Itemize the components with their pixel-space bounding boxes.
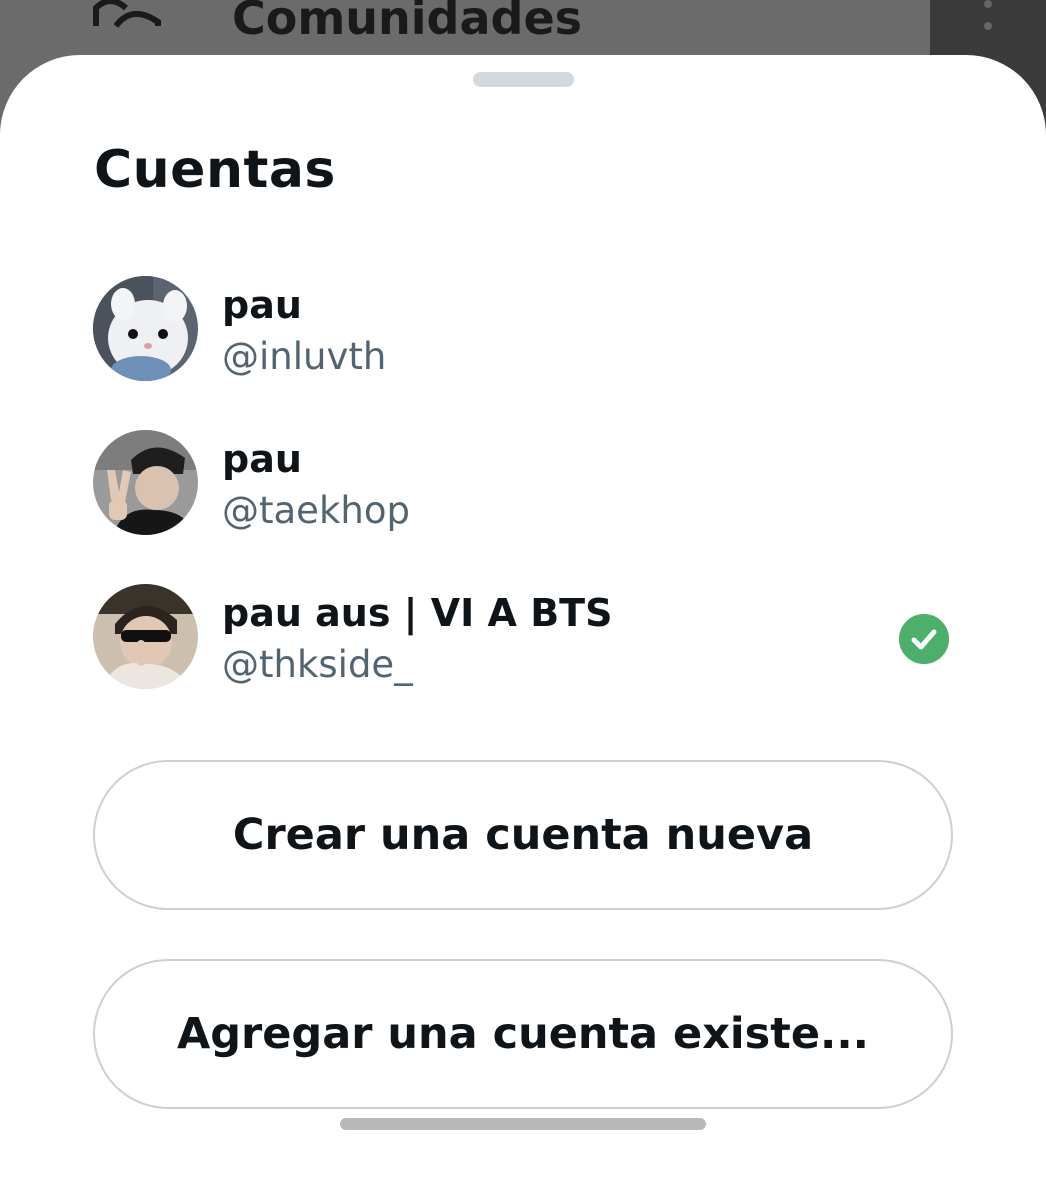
account-row-selected[interactable]: pau aus | VI A BTS @thkside_	[93, 584, 953, 690]
person-peace-sign-avatar	[93, 430, 198, 535]
accounts-bottom-sheet: Cuentas pau @inluvth pau @taekhop pau au…	[0, 55, 1046, 1200]
account-row[interactable]: pau @inluvth	[93, 276, 953, 382]
communities-icon	[93, 0, 161, 28]
white-plush-avatar	[93, 276, 198, 381]
account-row[interactable]: pau @taekhop	[93, 430, 953, 536]
account-handle: @taekhop	[222, 489, 410, 532]
communities-menu-item: Comunidades	[232, 0, 583, 45]
person-sunglasses-avatar	[93, 584, 198, 689]
create-account-label: Crear una cuenta nueva	[232, 810, 814, 860]
home-indicator[interactable]	[340, 1118, 706, 1130]
add-existing-account-label: Agregar una cuenta existe...	[177, 1009, 869, 1059]
account-name: pau	[222, 437, 302, 481]
account-name: pau	[222, 283, 302, 327]
sheet-drag-handle[interactable]	[473, 72, 574, 87]
add-existing-account-button[interactable]: Agregar una cuenta existe...	[93, 959, 953, 1109]
sheet-title: Cuentas	[94, 140, 336, 200]
account-name: pau aus | VI A BTS	[222, 591, 613, 635]
create-account-button[interactable]: Crear una cuenta nueva	[93, 760, 953, 910]
account-handle: @inluvth	[222, 335, 387, 378]
check-circle-icon	[899, 614, 949, 664]
account-handle: @thkside_	[222, 643, 413, 686]
more-options-icon	[984, 0, 992, 30]
